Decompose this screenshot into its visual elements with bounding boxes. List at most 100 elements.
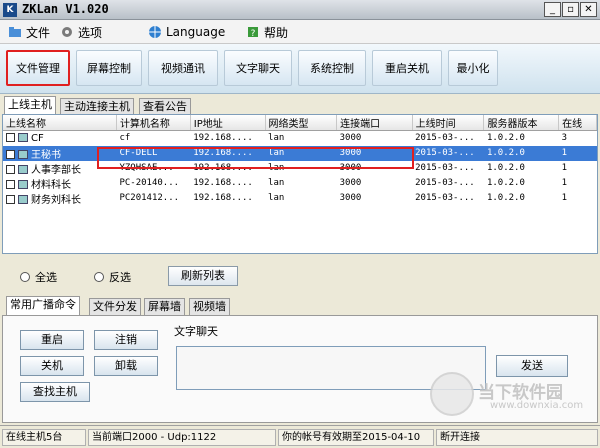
menu-options-label: 选项 [78, 25, 103, 40]
title-bar: K ZKLan V1.020 _ ▫ ✕ [0, 0, 600, 20]
select-all-label: 全选 [35, 271, 57, 284]
menu-help-label: 帮助 [264, 25, 289, 40]
cell-computer: PC201412... [119, 193, 180, 203]
restart-button[interactable]: 重启 [20, 330, 84, 350]
tab-active-connect[interactable]: 主动连接主机 [60, 98, 134, 114]
col-computer-name[interactable]: 计算机名称 [116, 115, 191, 131]
cell-name: 人事李部长 [31, 164, 81, 176]
shutdown-button[interactable]: 关机 [20, 356, 84, 376]
menu-language[interactable]: Language [148, 23, 225, 41]
col-port[interactable]: 连接端口 [336, 115, 413, 131]
tab-announcements[interactable]: 查看公告 [139, 98, 191, 114]
refresh-list-button[interactable]: 刷新列表 [168, 266, 238, 286]
status-bar: 在线主机5台 当前端口2000 - Udp:1122 你的帐号有效期至2015-… [0, 425, 600, 448]
cell-online: 1 [561, 178, 568, 188]
cell-time: 2015-03-... [415, 193, 475, 203]
send-button[interactable]: 发送 [496, 355, 568, 377]
window-title: ZKLan V1.020 [22, 2, 109, 16]
cell-online: 1 [558, 145, 597, 161]
cell-online: 1 [561, 193, 568, 203]
watermark-url: www.downxia.com [490, 400, 584, 411]
svg-text:?: ? [251, 29, 256, 39]
cell-version: 1.0.2.0 [486, 133, 525, 144]
row-checkbox[interactable] [6, 195, 15, 204]
options-icon [62, 27, 72, 37]
menu-help[interactable]: ? 帮助 [246, 23, 288, 41]
status-expiry: 你的帐号有效期至2015-04-10 [278, 429, 434, 446]
radio-icon [20, 272, 30, 282]
cell-time: 2015-03-... [415, 178, 475, 188]
cell-name: 材料科长 [31, 179, 71, 191]
minimize-button[interactable]: _ [544, 2, 561, 17]
select-all-radio[interactable]: 全选 [20, 269, 57, 285]
row-checkbox[interactable] [6, 150, 15, 159]
row-checkbox[interactable] [6, 165, 15, 174]
col-online-time[interactable]: 上线时间 [412, 115, 485, 131]
system-control-button[interactable]: 系统控制 [298, 50, 366, 86]
col-server-version[interactable]: 服务器版本 [483, 115, 560, 131]
cell-network: lan [268, 193, 285, 203]
menu-bar: 文件 选项 Language ? 帮助 [0, 20, 600, 44]
host-table: 上线名称 计算机名称 IP地址 网络类型 连接端口 上线时间 服务器版本 在线 … [2, 114, 598, 254]
maximize-button[interactable]: ▫ [562, 2, 579, 17]
menu-file-label: 文件 [26, 25, 51, 40]
row-checkbox[interactable] [6, 133, 15, 143]
watermark-logo-icon [430, 372, 474, 416]
status-port: 当前端口2000 - Udp:1122 [88, 429, 276, 446]
col-network-type[interactable]: 网络类型 [265, 115, 338, 131]
table-row[interactable]: CF cf 192.168.... lan 3000 2015-03-... 1… [3, 131, 597, 146]
cell-network: lan [268, 133, 285, 144]
cell-online: 1 [561, 163, 568, 173]
menu-file[interactable]: 文件 [8, 23, 50, 41]
cell-ip: 192.168.... [193, 193, 253, 203]
menu-options[interactable]: 选项 [60, 23, 102, 41]
find-host-button[interactable]: 查找主机 [20, 382, 90, 402]
cell-computer: cf [119, 133, 131, 144]
minimize-app-button[interactable]: 最小化 [448, 50, 498, 86]
cell-network: lan [268, 178, 285, 188]
tab-file-distribution[interactable]: 文件分发 [89, 298, 141, 315]
invert-selection-label: 反选 [109, 271, 131, 284]
row-checkbox[interactable] [6, 180, 15, 189]
table-header: 上线名称 计算机名称 IP地址 网络类型 连接端口 上线时间 服务器版本 在线 [3, 115, 597, 131]
col-ip[interactable]: IP地址 [190, 115, 266, 131]
cell-time: 2015-03-... [415, 163, 475, 173]
text-chat-button[interactable]: 文字聊天 [224, 50, 292, 86]
computer-icon [18, 133, 28, 143]
cell-name: 财务刘科长 [31, 194, 81, 206]
col-online-name[interactable]: 上线名称 [3, 115, 117, 131]
radio-icon [94, 272, 104, 282]
cell-ip: 192.168.... [193, 178, 253, 188]
col-online[interactable]: 在线 [558, 115, 597, 131]
table-row[interactable]: 材料科长 PC-20140... 192.168.... lan 3000 20… [3, 176, 597, 191]
close-button[interactable]: ✕ [580, 2, 597, 17]
tab-screen-wall[interactable]: 屏幕墙 [144, 298, 185, 315]
table-row[interactable]: 财务刘科长 PC201412... 192.168.... lan 3000 2… [3, 191, 597, 206]
host-tabs: 上线主机 主动连接主机 查看公告 [0, 96, 600, 114]
tab-broadcast-commands[interactable]: 常用广播命令 [6, 296, 80, 315]
cell-ip: 192.168.... [193, 133, 253, 144]
video-chat-button[interactable]: 视频通讯 [148, 50, 218, 86]
toolbar: 文件管理 屏幕控制 视频通讯 文字聊天 系统控制 重启关机 最小化 [0, 44, 600, 94]
tab-online-hosts[interactable]: 上线主机 [4, 96, 56, 114]
screen-control-button[interactable]: 屏幕控制 [76, 50, 142, 86]
logoff-button[interactable]: 注销 [94, 330, 158, 350]
computer-icon [18, 165, 28, 174]
app-icon: K [3, 3, 17, 17]
cell-port: 3000 [339, 193, 362, 203]
tab-video-wall[interactable]: 视频墙 [189, 298, 230, 315]
cell-version: 1.0.2.0 [486, 178, 525, 188]
computer-icon [18, 150, 28, 159]
menu-language-label: Language [166, 25, 226, 39]
invert-selection-radio[interactable]: 反选 [94, 269, 131, 285]
restart-shutdown-button[interactable]: 重启关机 [372, 50, 442, 86]
file-management-button[interactable]: 文件管理 [6, 50, 70, 86]
folder-icon [9, 27, 21, 37]
cell-computer: PC-20140... [119, 178, 180, 188]
uninstall-button[interactable]: 卸载 [94, 356, 158, 376]
help-icon: ? [248, 27, 258, 39]
selection-controls: 全选 反选 刷新列表 [0, 258, 600, 292]
status-connection[interactable]: 断开连接 [436, 429, 598, 446]
cell-port: 3000 [339, 133, 362, 144]
cell-time: 2015-03-... [412, 145, 484, 161]
